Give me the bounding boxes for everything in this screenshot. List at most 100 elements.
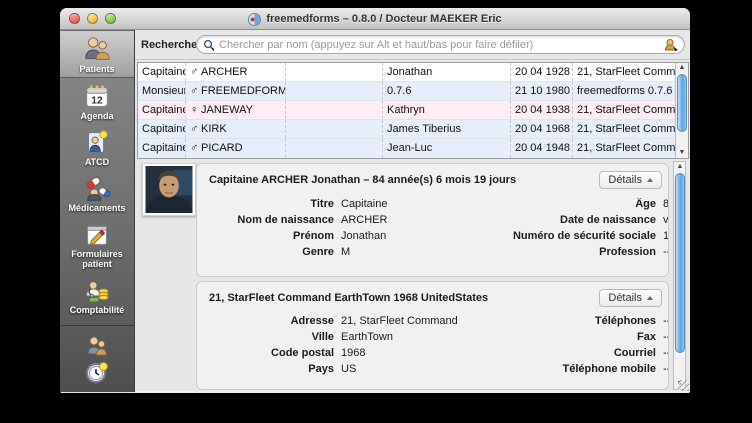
identity-header: Capitaine ARCHER Jonathan – 84 année(s) … [209,174,517,186]
collapse-arrow-icon [647,296,653,300]
identity-section: Capitaine ARCHER Jonathan – 84 année(s) … [196,163,669,277]
window-title: freemedforms – 0.8.0 / Docteur MAEKER Er… [266,13,502,25]
cell-firstname: Kathryn [383,101,511,119]
atcd-icon [82,128,112,156]
patient-table-body: Capitaine ♂ ARCHER Jonathan 20 04 1928 21… [138,63,675,158]
sidebar-item-agenda[interactable]: 12 Agenda [60,78,134,124]
calendar-day-number: 12 [91,96,103,107]
zoom-button[interactable] [105,13,116,24]
cell-name: ARCHER [201,66,248,78]
cell-empty [286,120,383,138]
search-label: Rechercher [141,38,202,51]
female-icon: ♀ [190,104,199,116]
users-icon [87,336,108,356]
sidebar-item-formulaires[interactable]: Formulaires patient [60,216,134,272]
sidebar-item-label: Comptabilité [69,305,125,315]
cell-empty [286,139,383,158]
calendar-icon: 12 [82,82,112,110]
address-fields-right: Téléphones-- Fax-- Courriel-- Téléphone … [562,315,668,375]
window-bottom-edge [135,391,690,393]
minimize-button[interactable] [87,13,98,24]
details-button-label: Détails [608,174,642,186]
sidebar-item-label: Patients [79,64,115,74]
male-icon: ♂ [190,142,199,154]
table-row[interactable]: Capitaine ♂ KIRK James Tiberius 20 04 196… [138,120,675,139]
sidebar-item-label: Médicaments [68,203,126,213]
address-fields-left: Adresse 21, StarFleet Command Ville EarthT… [271,315,458,375]
scroll-up-icon[interactable]: ▲ [676,63,688,73]
patient-details: Capitaine ARCHER Jonathan – 84 année(s) … [135,161,690,390]
cell-address: freemedforms 0.7.6 [577,85,673,97]
scroll-down-icon[interactable]: ▼ [676,148,688,158]
cell-firstname: James Tiberius [383,120,511,138]
sidebar-item-medicaments[interactable]: Médicaments [60,170,134,216]
cell-title: Capitaine [138,120,186,138]
cell-firstname: Jean-Luc [383,139,511,158]
patients-icon [82,35,112,63]
main-area: Rechercher Capitaine ♂ARCHER [135,30,690,392]
address-details-button[interactable]: Détails [599,289,662,307]
table-row[interactable]: Monsieur ♂ FREEMEDFORMS 0.7.6 21 10 1980 … [138,82,675,101]
address-header: 21, StarFleet Command EarthTown 1968 Uni… [209,292,489,304]
close-button[interactable] [69,13,80,24]
cell-address: 21, StarFleet Comman... [577,66,675,78]
sidebar-item-label: ATCD [84,157,110,167]
patient-table: Capitaine ♂ ARCHER Jonathan 20 04 1928 21… [137,62,689,159]
cell-address: 21, StarFleet Comman... [577,142,675,154]
cell-dob: 20 04 1938 [511,101,573,119]
sidebar-item-label: Agenda [80,111,114,121]
sidebar-item-atcd[interactable]: ATCD [60,124,134,170]
cell-name: PICARD [201,142,243,154]
search-input[interactable] [219,38,664,51]
cell-address: 21, StarFleet Comman... [577,123,675,135]
traffic-lights [69,13,116,24]
recent-button[interactable] [85,360,109,384]
details-scrollbar[interactable]: ▲ ▼ [673,161,686,390]
identity-fields-left: Titre Capitaine Nom de naissance ARCHER Pr… [237,198,388,258]
pills-icon [82,174,112,202]
scrollbar-thumb[interactable] [677,74,687,132]
search-row: Rechercher [135,30,690,60]
forms-icon [82,220,112,248]
search-box [196,35,685,54]
clock-icon [86,362,108,383]
titlebar[interactable]: freemedforms – 0.8.0 / Docteur MAEKER Er… [60,8,690,30]
app-window: freemedforms – 0.8.0 / Docteur MAEKER Er… [60,8,690,393]
search-icon [203,39,215,51]
sidebar-item-comptabilite[interactable]: Comptabilité [60,272,134,318]
table-row[interactable]: Capitaine ♀ JANEWAY Kathryn 20 04 1938 21… [138,101,675,120]
cell-title: Capitaine [138,63,186,81]
details-button-label: Détails [608,292,642,304]
table-row[interactable]: Capitaine ♂ ARCHER Jonathan 20 04 1928 21… [138,63,675,82]
cell-empty [286,101,383,119]
cell-firstname: 0.7.6 [383,82,511,100]
patient-photo[interactable] [142,163,196,216]
scroll-up-icon[interactable]: ▲ [674,162,686,172]
app-icon [248,12,262,26]
scrollbar-thumb[interactable] [675,173,685,353]
address-section: 21, StarFleet Command EarthTown 1968 Uni… [196,281,669,390]
accounting-icon [82,276,112,304]
sidebar-item-patients[interactable]: Patients [60,30,134,78]
sidebar-item-label: Formulaires patient [71,249,123,269]
male-icon: ♂ [190,123,199,135]
table-scrollbar[interactable]: ▲ ▼ [675,63,688,158]
cell-firstname: Jonathan [383,63,511,81]
male-icon: ♂ [190,66,199,78]
cell-address: 21, StarFleet Comman... [577,104,675,116]
table-row[interactable]: Capitaine ♂ PICARD Jean-Luc 20 04 1948 21… [138,139,675,158]
resize-grip[interactable] [678,380,689,391]
cell-name: JANEWAY [201,104,253,116]
new-patient-icon[interactable] [664,38,679,52]
collapse-arrow-icon [647,178,653,182]
sidebar-footer [60,325,134,386]
cell-name: KIRK [201,123,227,135]
users-button[interactable] [85,334,109,358]
cell-title: Capitaine [138,101,186,119]
cell-title: Capitaine [138,139,186,158]
sidebar: Patients 12 Agenda ATCD Médicaments Form… [60,30,135,392]
cell-empty [286,82,383,100]
cell-empty [286,63,383,81]
desktop: freemedforms – 0.8.0 / Docteur MAEKER Er… [0,0,752,423]
identity-details-button[interactable]: Détails [599,171,662,189]
